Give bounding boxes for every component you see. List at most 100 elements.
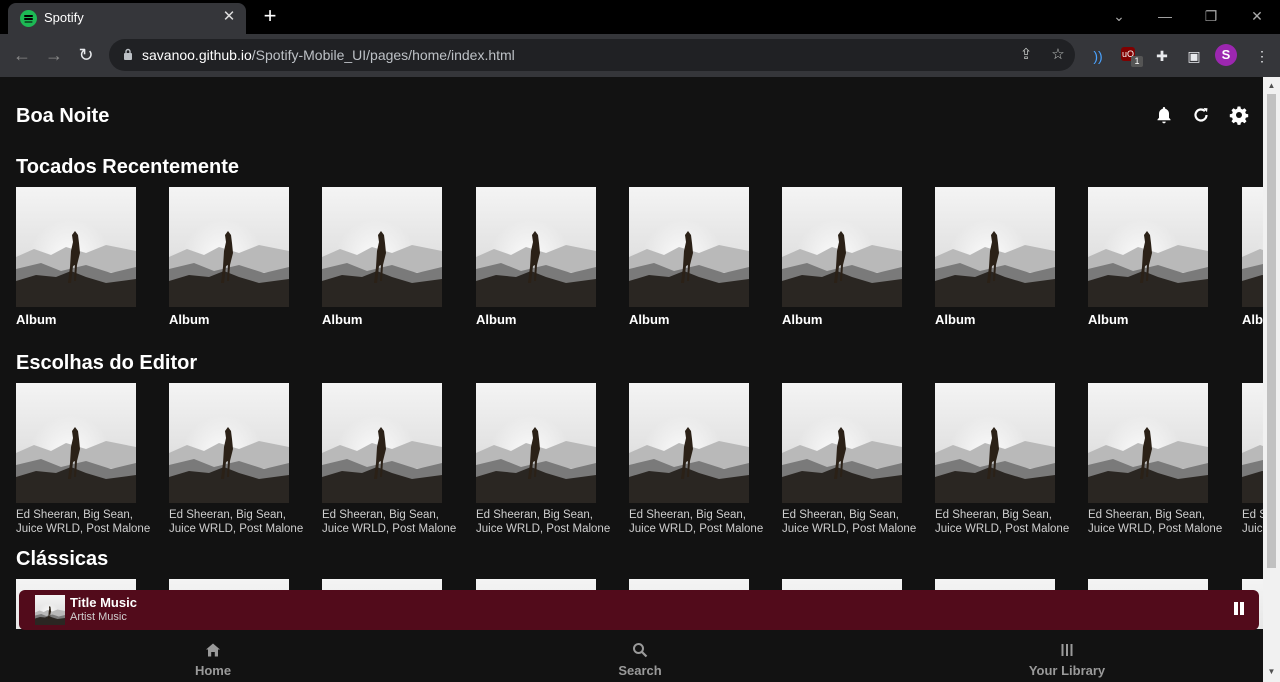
album-artists-line1: Ed Sheeran, Big Sean,	[1242, 509, 1263, 521]
album-card[interactable]: Album	[322, 187, 462, 327]
album-card[interactable]: Album	[629, 187, 769, 327]
album-card[interactable]: Ed Sheeran, Big Sean, Juice WRLD, Post Ma…	[629, 383, 769, 536]
bell-icon[interactable]	[1153, 104, 1175, 126]
nav-library-label: Your Library	[1028, 663, 1106, 678]
restore-icon[interactable]: ❐	[1199, 5, 1223, 27]
album-label: Album	[16, 312, 57, 327]
album-card[interactable]: Album	[935, 187, 1075, 327]
album-artists: Ed Sheeran, Big Sean, Juice WRLD, Post Ma…	[782, 508, 922, 536]
url-path: /Spotify-Mobile_UI/pages/home/index.html	[251, 47, 515, 63]
album-cover	[629, 383, 749, 503]
album-cover	[16, 187, 136, 307]
album-artists-line1: Ed Sheeran, Big Sean,	[476, 509, 593, 521]
back-icon[interactable]: ←	[10, 43, 34, 67]
album-artists-line2: Juice WRLD, Post Malone	[629, 523, 764, 535]
album-artists: Ed Sheeran, Big Sean, Juice WRLD, Post Ma…	[16, 508, 156, 536]
album-card[interactable]: Album	[782, 187, 922, 327]
wifi-extension-icon[interactable]: ))	[1088, 46, 1108, 66]
album-artists: Ed Sheeran, Big Sean, Juice WRLD, Post Ma…	[935, 508, 1075, 536]
album-artists: Ed Sheeran, Big Sean, Juice WRLD, Post Ma…	[1242, 508, 1263, 536]
browser-titlebar: Spotify ✕ + ⌄ — ❐ ✕	[0, 0, 1280, 34]
scroll-up-icon[interactable]: ▲	[1267, 81, 1276, 90]
album-cover	[16, 383, 136, 503]
album-card[interactable]: Album	[1088, 187, 1228, 327]
minimize-icon[interactable]: —	[1153, 5, 1177, 27]
now-playing-artist: Artist Music	[70, 611, 127, 623]
reload-icon[interactable]: ↻	[74, 43, 98, 67]
album-artists-line1: Ed Sheeran, Big Sean,	[16, 509, 133, 521]
extension-badge: 1	[1131, 56, 1143, 67]
address-bar[interactable]: savanoo.github.io/Spotify-Mobile_UI/page…	[109, 39, 1075, 71]
page-viewport: Boa Noite Tocados Recentemente Album Albu…	[0, 77, 1263, 682]
album-artists: Ed Sheeran, Big Sean, Juice WRLD, Post Ma…	[1088, 508, 1228, 536]
nav-library[interactable]: Your Library	[997, 642, 1137, 678]
album-card[interactable]: Album	[169, 187, 309, 327]
album-cover	[1088, 187, 1208, 307]
bookmark-star-icon[interactable]: ☆	[1048, 45, 1068, 65]
album-card[interactable]: Ed Sheeran, Big Sean, Juice WRLD, Post Ma…	[322, 383, 462, 536]
album-artists-line1: Ed Sheeran, Big Sean,	[322, 509, 439, 521]
album-artists-line2: Juice WRLD, Post Malone	[1088, 523, 1223, 535]
scroll-thumb[interactable]	[1267, 94, 1276, 568]
side-panel-icon[interactable]: ▣	[1184, 46, 1204, 66]
profile-avatar[interactable]: S	[1215, 44, 1237, 66]
album-cover	[935, 187, 1055, 307]
tab-search-icon[interactable]: ⌄	[1107, 5, 1131, 27]
extensions-puzzle-icon[interactable]: ✚	[1152, 46, 1172, 66]
album-artists-line1: Ed Sheeran, Big Sean,	[169, 509, 286, 521]
album-label: Album	[935, 312, 976, 327]
nav-home-label: Home	[194, 663, 232, 678]
album-label: Album	[782, 312, 823, 327]
refresh-icon[interactable]	[1190, 104, 1212, 126]
search-icon	[633, 643, 648, 658]
album-label: Album	[322, 312, 363, 327]
spotify-favicon-icon	[20, 10, 37, 27]
browser-tab[interactable]: Spotify ✕	[8, 3, 246, 34]
album-artists-line1: Ed Sheeran, Big Sean,	[629, 509, 746, 521]
nav-home[interactable]: Home	[143, 642, 283, 678]
album-label: Album	[169, 312, 210, 327]
close-window-icon[interactable]: ✕	[1245, 5, 1269, 27]
nav-search[interactable]: Search	[570, 642, 710, 678]
home-icon	[206, 643, 220, 657]
album-card[interactable]: Ed Sheeran, Big Sean, Juice WRLD, Post Ma…	[169, 383, 309, 536]
album-cover	[935, 383, 1055, 503]
album-card[interactable]: Ed Sheeran, Big Sean, Juice WRLD, Post Ma…	[935, 383, 1075, 536]
close-tab-icon[interactable]: ✕	[220, 8, 238, 26]
now-playing-bar[interactable]: Title Music Artist Music	[19, 590, 1259, 630]
share-icon[interactable]: ⇪	[1016, 45, 1036, 65]
album-card[interactable]: Album	[476, 187, 616, 327]
page-scrollbar[interactable]: ▲ ▼	[1263, 77, 1280, 682]
album-card[interactable]: Album	[16, 187, 156, 327]
album-card[interactable]: Ed Sheeran, Big Sean, Juice WRLD, Post Ma…	[476, 383, 616, 536]
pause-icon[interactable]	[1233, 602, 1245, 616]
bottom-nav: Home Search Your Library	[0, 630, 1263, 682]
album-artists: Ed Sheeran, Big Sean, Juice WRLD, Post Ma…	[629, 508, 769, 536]
album-artists-line1: Ed Sheeran, Big Sean,	[1088, 509, 1205, 521]
page-title: Boa Noite	[16, 105, 110, 127]
album-cover	[476, 383, 596, 503]
album-artists: Ed Sheeran, Big Sean, Juice WRLD, Post Ma…	[169, 508, 309, 536]
album-cover	[476, 187, 596, 307]
album-card[interactable]: Ed Sheeran, Big Sean, Juice WRLD, Post Ma…	[782, 383, 922, 536]
section-title-recent: Tocados Recentemente	[16, 156, 240, 178]
forward-icon[interactable]: →	[42, 43, 66, 67]
new-tab-button[interactable]: +	[259, 4, 281, 28]
album-card[interactable]: Ed Sheeran, Big Sean, Juice WRLD, Post Ma…	[16, 383, 156, 536]
gear-icon[interactable]	[1228, 104, 1250, 126]
scroll-down-icon[interactable]: ▼	[1267, 667, 1276, 676]
album-cover	[1242, 187, 1263, 307]
now-playing-cover	[35, 595, 65, 625]
album-artists-line2: Juice WRLD, Post Malone	[1242, 523, 1263, 535]
album-card[interactable]: Ed Sheeran, Big Sean, Juice WRLD, Post Ma…	[1242, 383, 1263, 536]
browser-toolbar: ← → ↻ savanoo.github.io/Spotify-Mobile_U…	[0, 34, 1280, 77]
browser-menu-icon[interactable]: ⋮	[1252, 46, 1272, 66]
album-card[interactable]: Album	[1242, 187, 1263, 327]
album-artists: Ed Sheeran, Big Sean, Juice WRLD, Post Ma…	[476, 508, 616, 536]
url-text: savanoo.github.io/Spotify-Mobile_UI/page…	[142, 47, 515, 63]
album-label: Album	[476, 312, 517, 327]
recent-row: Album Album Album Album Album Album Album Album…	[16, 187, 1263, 347]
album-label: Album	[1242, 312, 1263, 327]
album-card[interactable]: Ed Sheeran, Big Sean, Juice WRLD, Post Ma…	[1088, 383, 1228, 536]
album-label: Album	[629, 312, 670, 327]
